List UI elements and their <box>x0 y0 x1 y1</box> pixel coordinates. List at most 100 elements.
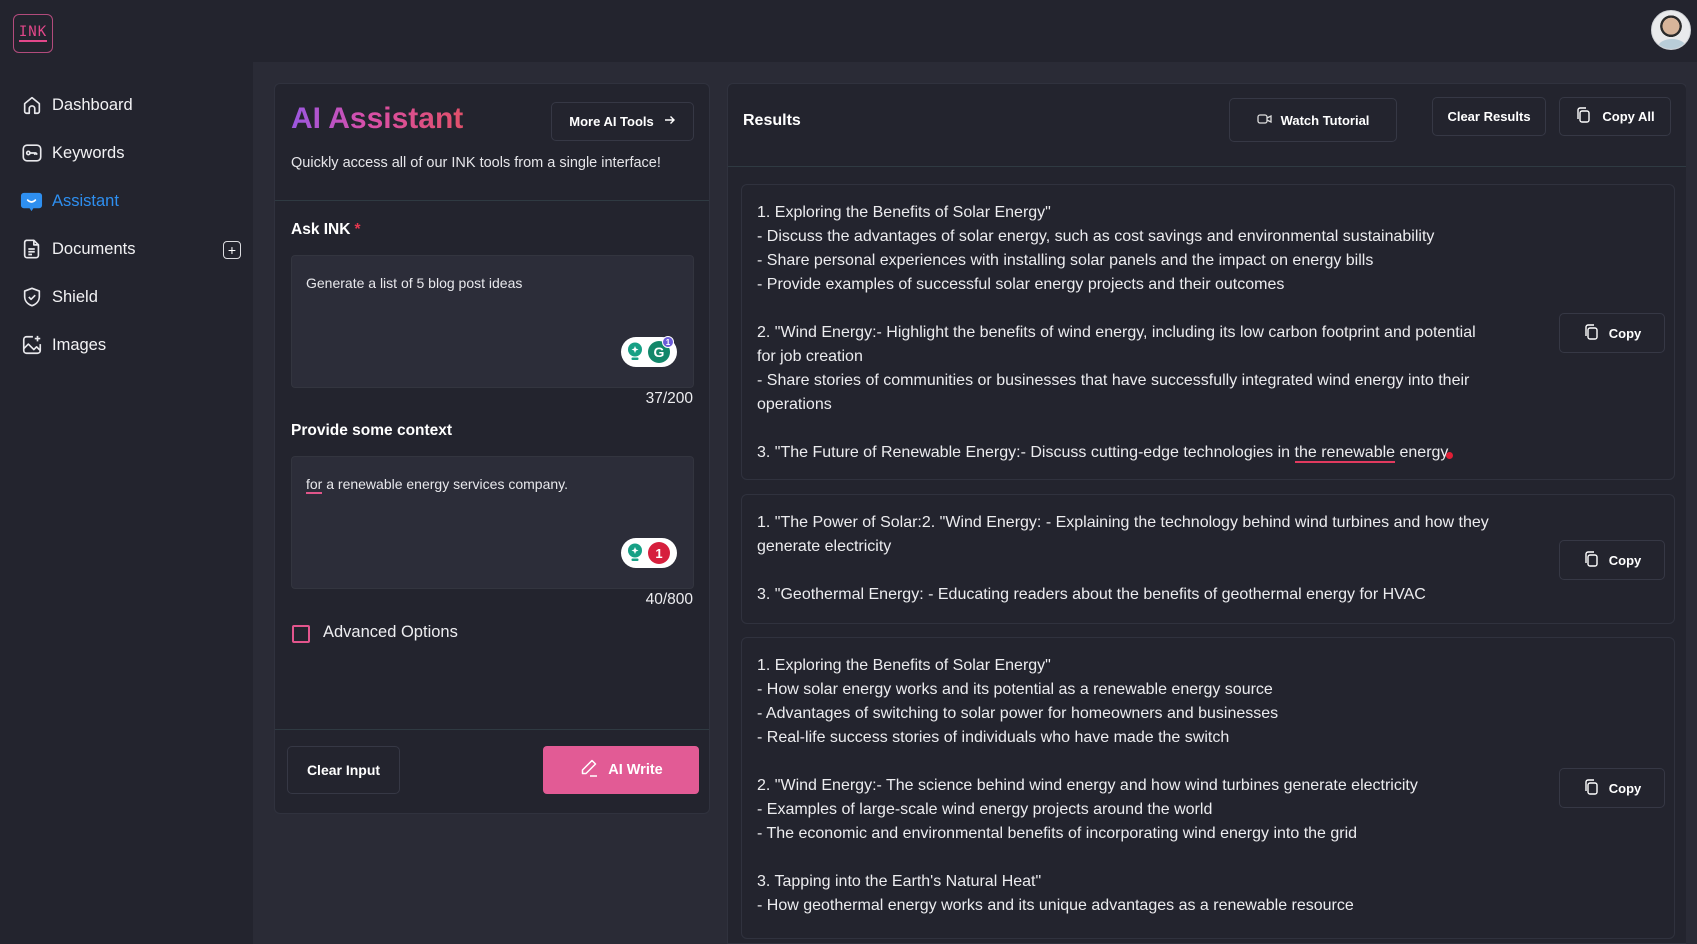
copy-label: Copy <box>1608 325 1642 341</box>
result-text: 1. Exploring the Benefits of Solar Energ… <box>757 654 1497 918</box>
required-mark: * <box>354 221 361 238</box>
clear-results-button[interactable]: Clear Results <box>1432 97 1546 136</box>
result-line: - Advantages of switching to solar power… <box>757 705 1279 722</box>
image-add-icon <box>20 334 43 357</box>
ask-ink-value: Generate a list of 5 blog post ideas <box>306 275 523 291</box>
ask-ink-counter: 37/200 <box>645 390 693 407</box>
result-line <box>757 846 1497 870</box>
sidebar-item-keywords[interactable]: Keywords <box>20 139 124 167</box>
home-icon <box>20 94 43 117</box>
result-card: 1. Exploring the Benefits of Solar Energ… <box>741 184 1675 480</box>
context-value: a renewable energy services company. <box>322 476 568 492</box>
advanced-options-checkbox[interactable] <box>292 625 310 643</box>
copy-icon <box>1575 106 1591 127</box>
result-line <box>757 750 1497 774</box>
result-line <box>757 417 1497 441</box>
more-ai-tools-button[interactable]: More AI Tools <box>551 102 694 141</box>
grammarly-icon: G1 <box>648 336 674 363</box>
user-avatar[interactable] <box>1651 10 1691 50</box>
grammarly-count: 1 <box>662 336 674 348</box>
result-line: - Discuss the advantages of solar energy… <box>757 228 1435 245</box>
result-line-text: 3. "The Future of Renewable Energy:- Dis… <box>757 444 1295 461</box>
clear-input-label: Clear Input <box>306 762 381 778</box>
sidebar-item-label: Dashboard <box>52 95 133 114</box>
copy-all-label: Copy All <box>1602 109 1655 124</box>
more-ai-tools-label: More AI Tools <box>569 114 654 129</box>
copy-label: Copy <box>1608 552 1642 568</box>
context-flagged-word: for <box>306 476 323 494</box>
ai-assistant-panel: AI Assistant More AI Tools Quickly acces… <box>274 83 710 814</box>
document-icon <box>20 238 43 261</box>
result-text: 1. Exploring the Benefits of Solar Energ… <box>757 201 1497 465</box>
copy-button[interactable]: Copy <box>1559 768 1665 808</box>
result-line: 2. "Wind Energy:- The science behind win… <box>757 777 1418 794</box>
flagged-phrase[interactable]: the renewable <box>1294 444 1396 463</box>
add-document-button[interactable]: + <box>223 241 241 259</box>
grammarly-widget[interactable]: G1 <box>621 336 677 367</box>
plus-icon: + <box>227 242 237 258</box>
result-line: - Share personal experiences with instal… <box>757 252 1374 269</box>
watch-tutorial-label: Watch Tutorial <box>1280 112 1370 128</box>
sidebar-item-assistant[interactable]: Assistant <box>20 187 119 215</box>
ask-ink-label-text: Ask INK <box>291 221 351 238</box>
pencil-icon <box>579 758 599 782</box>
page-subtitle: Quickly access all of our INK tools from… <box>291 155 661 171</box>
copy-icon <box>1583 778 1599 799</box>
result-line: 1. Exploring the Benefits of Solar Energ… <box>757 657 1051 674</box>
shield-check-icon <box>20 286 43 309</box>
sidebar-item-images[interactable]: Images <box>20 331 106 359</box>
result-line-text: energy <box>1395 444 1449 461</box>
copy-label: Copy <box>1608 780 1642 796</box>
copy-button[interactable]: Copy <box>1559 540 1665 580</box>
result-line: - Examples of large-scale wind energy pr… <box>757 801 1213 818</box>
page-title: AI Assistant <box>291 102 464 135</box>
ai-write-button[interactable]: AI Write <box>543 746 699 794</box>
sidebar-item-label: Shield <box>52 287 98 306</box>
key-icon <box>20 142 43 165</box>
context-counter: 40/800 <box>645 591 693 608</box>
clear-input-button[interactable]: Clear Input <box>287 746 400 794</box>
lightbulb-icon <box>627 342 643 362</box>
divider <box>275 729 709 730</box>
grammarly-widget-context[interactable]: 1 <box>621 538 677 568</box>
result-card: 1. Exploring the Benefits of Solar Energ… <box>741 637 1675 939</box>
sidebar-item-label: Assistant <box>52 191 119 210</box>
result-line: - How solar energy works and its potenti… <box>757 681 1273 698</box>
scrollbar[interactable] <box>1686 83 1697 944</box>
copy-icon <box>1583 323 1599 344</box>
issue-count-badge: 1 <box>648 542 670 564</box>
result-card: 1. "The Power of Solar:2. "Wind Energy: … <box>741 494 1675 624</box>
copy-all-button[interactable]: Copy All <box>1559 97 1671 136</box>
context-input[interactable]: for a renewable energy services company. <box>291 456 694 589</box>
ink-logo[interactable]: INK <box>13 14 53 53</box>
ask-ink-input[interactable]: Generate a list of 5 blog post ideas <box>291 255 694 388</box>
result-line: - The economic and environmental benefit… <box>757 825 1358 842</box>
watch-tutorial-button[interactable]: Watch Tutorial <box>1229 98 1397 142</box>
sidebar-item-shield[interactable]: Shield <box>20 283 98 311</box>
copy-button[interactable]: Copy <box>1559 313 1665 353</box>
divider <box>728 166 1686 167</box>
results-title: Results <box>743 112 801 129</box>
result-line <box>757 559 1497 583</box>
logo-text: INK <box>18 24 48 42</box>
ai-write-label: AI Write <box>608 762 663 778</box>
result-line: 1. "The Power of Solar:2. "Wind Energy: … <box>757 514 1489 555</box>
results-panel: Results Watch Tutorial Clear Results Cop… <box>727 83 1687 944</box>
sidebar-item-label: Keywords <box>52 143 125 162</box>
sidebar-item-dashboard[interactable]: Dashboard <box>20 91 133 119</box>
result-line: 2. "Wind Energy:- Highlight the benefits… <box>757 324 1476 365</box>
ask-ink-label: Ask INK * <box>291 221 360 239</box>
divider <box>275 200 709 201</box>
top-bar: INK <box>0 0 1697 62</box>
arrow-right-icon <box>664 114 676 129</box>
grammar-marker-icon[interactable] <box>1446 452 1454 459</box>
result-line <box>757 297 1497 321</box>
advanced-options-label[interactable]: Advanced Options <box>323 623 458 642</box>
chat-bubble-icon <box>20 190 43 213</box>
result-line: 3. "The Future of Renewable Energy:- Dis… <box>757 441 1497 465</box>
sidebar-item-label: Images <box>52 335 107 354</box>
result-line: 1. Exploring the Benefits of Solar Energ… <box>757 204 1051 221</box>
sidebar-item-documents[interactable]: Documents <box>20 235 135 263</box>
clear-results-label: Clear Results <box>1447 109 1531 124</box>
lightbulb-icon <box>627 543 643 563</box>
